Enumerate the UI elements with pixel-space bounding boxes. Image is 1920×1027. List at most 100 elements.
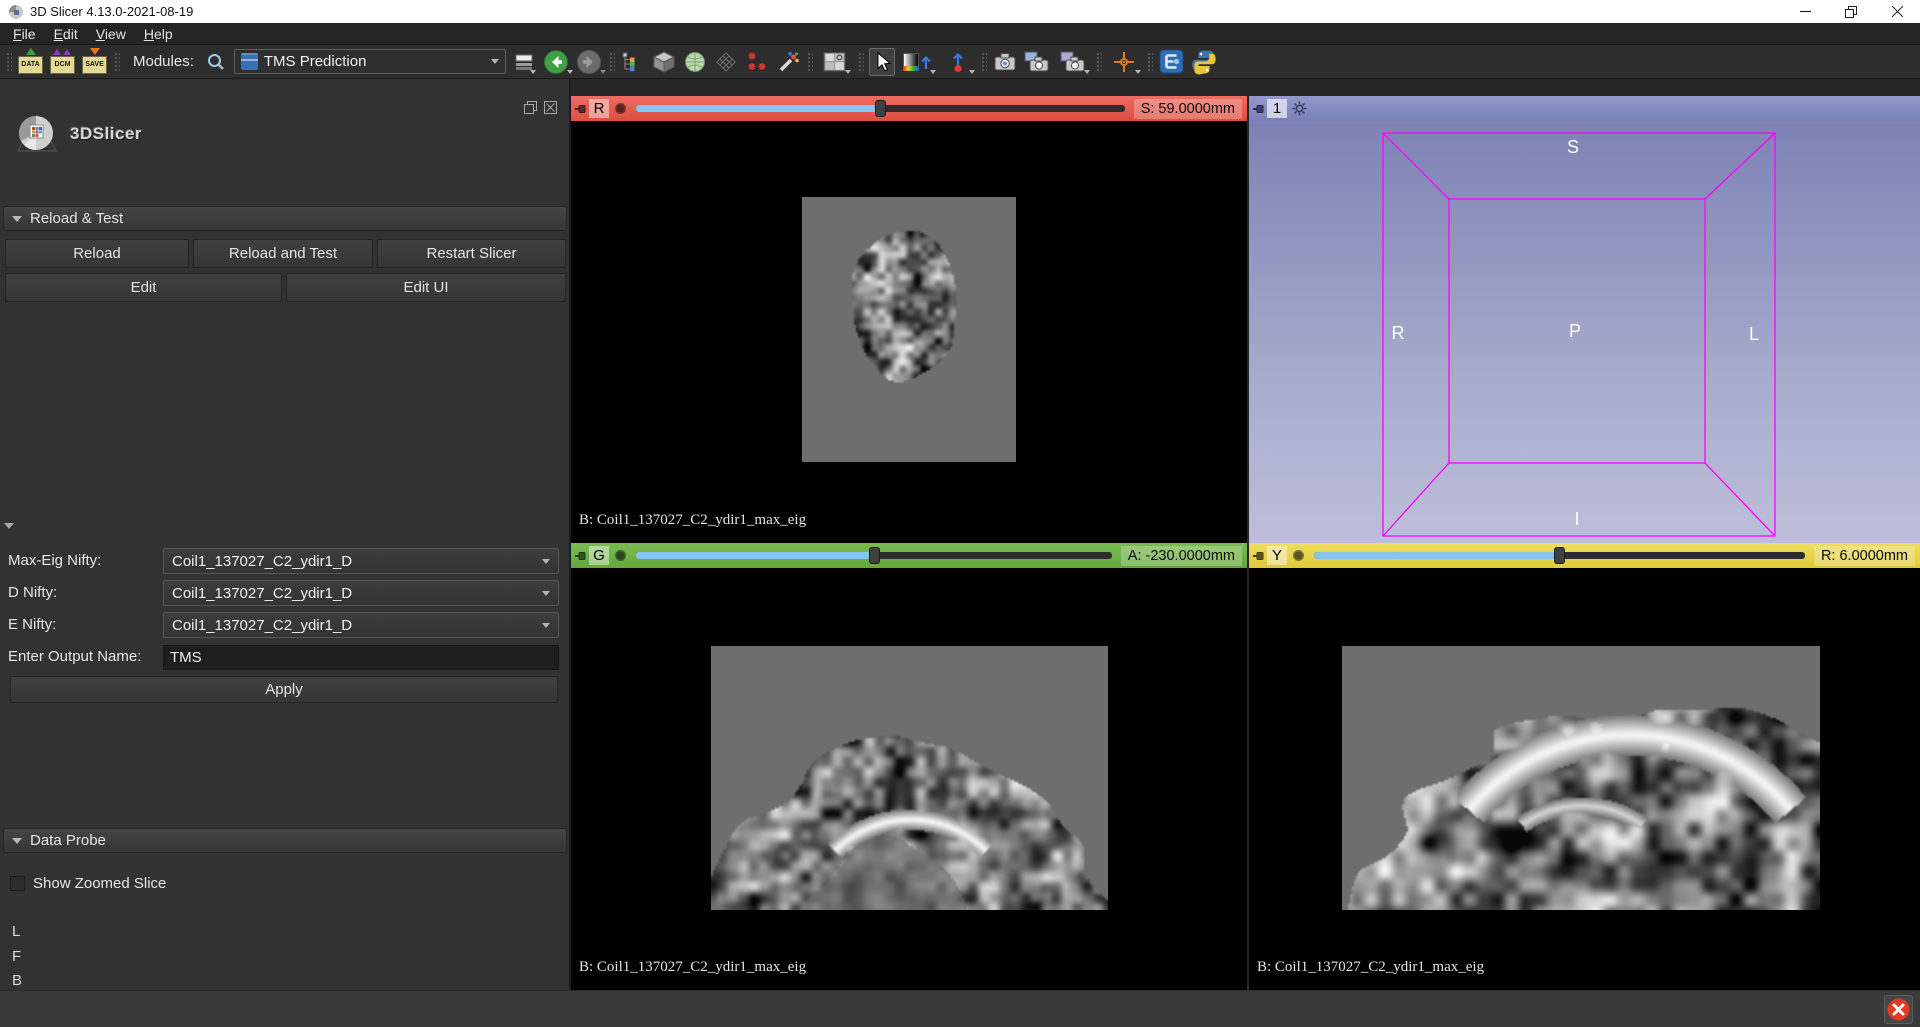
undock-panel-icon[interactable] [524,101,537,114]
reload-test-title: Reload & Test [30,210,123,227]
add-data-button[interactable]: DATA [17,48,44,76]
transforms-module-button[interactable] [713,48,739,76]
module-search-button[interactable] [203,48,229,76]
toolbar-drag-handle-4[interactable] [806,51,813,73]
apply-label: Apply [265,681,303,698]
python-console-button[interactable] [1190,48,1218,76]
dicom-button[interactable]: DCM [49,48,76,76]
module-selector-combobox[interactable]: TMS Prediction [234,49,506,74]
red-slice-viewport[interactable]: B: Coil1_137027_C2_ydir1_max_eig [571,121,1247,543]
max-eig-combobox[interactable]: Coil1_137027_C2_ydir1_D [163,548,559,574]
green-slice-visibility-icon[interactable] [614,549,627,562]
menu-file[interactable]: File [4,24,45,44]
gear-icon[interactable] [1292,101,1307,116]
save-icon: SAVE [82,56,107,74]
collapse-arrow-icon[interactable] [4,523,14,529]
axis-label-inferior: I [1574,509,1579,529]
red-view-label: R [589,99,609,118]
menu-edit[interactable]: Edit [45,24,87,44]
status-bar [0,990,1920,1027]
output-name-input[interactable] [163,645,559,670]
show-zoomed-slice-checkbox[interactable] [10,876,25,891]
red-slice-image[interactable] [802,197,1016,462]
green-slice-slider-handle[interactable] [869,547,880,564]
window-controls [1782,0,1920,23]
red-slice-offset[interactable]: S: 59.0000mm [1134,99,1242,119]
extensions-manager-button[interactable] [1158,48,1185,76]
red-slice-visibility-icon[interactable] [614,102,627,115]
max-eig-label: Max-Eig Nifty: [8,548,101,574]
edit-label: Edit [131,279,157,296]
yellow-slice-offset[interactable]: R: 6.0000mm [1814,546,1915,566]
restart-slicer-label: Restart Slicer [426,245,516,262]
green-slice-slider[interactable] [636,547,1112,564]
menu-help[interactable]: Help [135,24,182,44]
e-nifty-combobox[interactable]: Coil1_137027_C2_ydir1_D [163,612,559,638]
yellow-slice-image[interactable] [1342,646,1820,910]
pin-icon[interactable] [1252,550,1264,562]
error-log-close-button[interactable] [1884,995,1913,1024]
pin-icon[interactable] [574,103,586,115]
save-button[interactable]: SAVE [81,48,108,76]
close-button[interactable] [1874,0,1920,23]
pin-icon[interactable] [1252,103,1264,115]
apply-button[interactable]: Apply [10,676,558,703]
edit-ui-label: Edit UI [403,279,448,296]
scene-view-button[interactable] [1023,48,1051,76]
mouse-interaction-button[interactable] [869,48,895,76]
chevron-down-icon [845,70,851,74]
slicer-logo: 3DSlicer [14,111,142,157]
models-module-button[interactable] [682,48,708,76]
segment-editor-button[interactable] [775,48,801,76]
yellow-slice-viewport[interactable]: B: Coil1_137027_C2_ydir1_max_eig [1249,568,1920,990]
panel-controls [524,101,557,114]
restore-scene-view-button[interactable] [1056,48,1090,76]
minimize-button[interactable] [1782,0,1828,23]
red-slice-slider-handle[interactable] [875,100,886,117]
reload-test-section-header[interactable]: Reload & Test [3,206,567,231]
edit-ui-button[interactable]: Edit UI [286,273,566,302]
toolbar-drag-handle-8[interactable] [1146,51,1153,73]
yellow-slice-slider[interactable] [1314,547,1805,564]
close-panel-icon[interactable] [544,101,557,114]
module-icon [241,53,258,70]
place-point-button[interactable] [941,48,975,76]
subject-hierarchy-button[interactable] [620,48,646,76]
green-slice-viewport[interactable]: B: Coil1_137027_C2_ydir1_max_eig [571,568,1247,990]
output-name-label: Enter Output Name: [8,644,141,670]
module-back-button[interactable] [542,48,570,76]
toolbar-drag-handle[interactable] [5,51,12,73]
green-slice-offset[interactable]: A: -230.0000mm [1121,546,1242,566]
green-slice-image[interactable] [711,646,1108,910]
volumes-module-button[interactable] [651,48,677,76]
reload-and-test-button[interactable]: Reload and Test [193,239,373,268]
menu-view[interactable]: View [87,24,135,44]
toolbar-drag-handle-7[interactable] [1095,51,1102,73]
restart-slicer-button[interactable]: Restart Slicer [377,239,566,268]
module-history-button[interactable] [511,48,537,76]
data-probe-rows: L F B [12,920,22,994]
toolbar-drag-handle-5[interactable] [857,51,864,73]
edit-button[interactable]: Edit [5,273,282,302]
pin-icon[interactable] [574,550,586,562]
markups-module-button[interactable] [744,48,770,76]
toolbar-drag-handle-3[interactable] [608,51,615,73]
yellow-slice-slider-handle[interactable] [1554,547,1565,564]
reload-button[interactable]: Reload [5,239,189,268]
threed-view-label: 1 [1267,99,1287,118]
layout-selector-button[interactable] [818,48,852,76]
threed-viewport[interactable]: S R P L I [1249,121,1920,543]
d-nifty-combobox[interactable]: Coil1_137027_C2_ydir1_D [163,580,559,606]
capture-screenshot-button[interactable] [992,48,1018,76]
red-slice-slider[interactable] [636,100,1125,117]
green-view-label: G [589,546,609,565]
crosshair-button[interactable] [1107,48,1141,76]
yellow-slice-visibility-icon[interactable] [1292,549,1305,562]
toolbar-drag-handle-2[interactable] [113,51,120,73]
window-level-button[interactable] [900,48,936,76]
toolbar-drag-handle-6[interactable] [980,51,987,73]
restore-button[interactable] [1828,0,1874,23]
module-forward-button[interactable] [575,48,603,76]
slicer-logo-icon [14,111,60,157]
data-probe-section-header[interactable]: Data Probe [3,828,567,853]
